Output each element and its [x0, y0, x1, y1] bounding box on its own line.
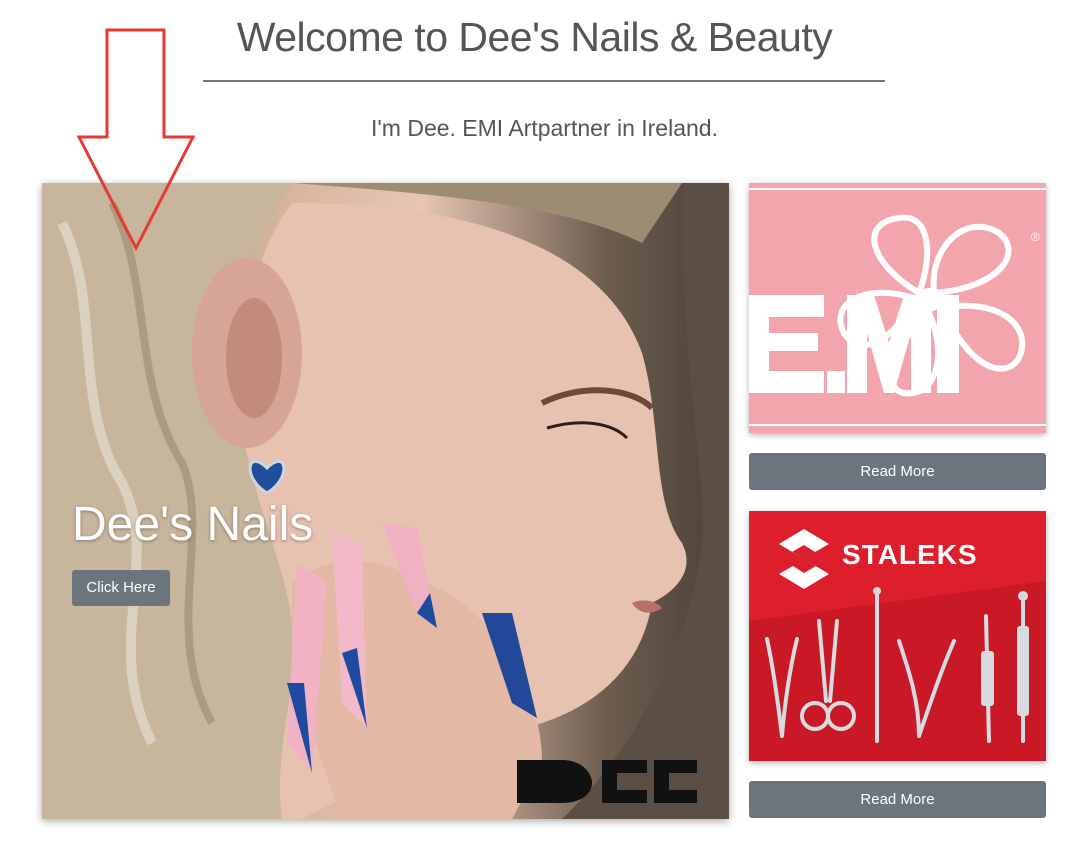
hero-title: Dee's Nails — [72, 498, 314, 551]
click-here-button[interactable]: Click Here — [72, 570, 170, 606]
emi-logo: ® — [749, 183, 1046, 433]
hero-banner[interactable]: Dee's Nails Click Here — [42, 183, 729, 819]
read-more-button-staleks[interactable]: Read More — [749, 781, 1046, 818]
staleks-logo-text: STALEKS — [842, 539, 978, 570]
down-arrow-icon — [76, 28, 196, 252]
staleks-products: STALEKS — [749, 511, 1046, 761]
read-more-button-emi[interactable]: Read More — [749, 453, 1046, 490]
staleks-brand-image[interactable]: STALEKS — [749, 511, 1046, 761]
svg-text:®: ® — [1031, 230, 1040, 244]
title-divider — [203, 80, 885, 82]
emi-brand-image[interactable]: ® — [749, 183, 1046, 433]
